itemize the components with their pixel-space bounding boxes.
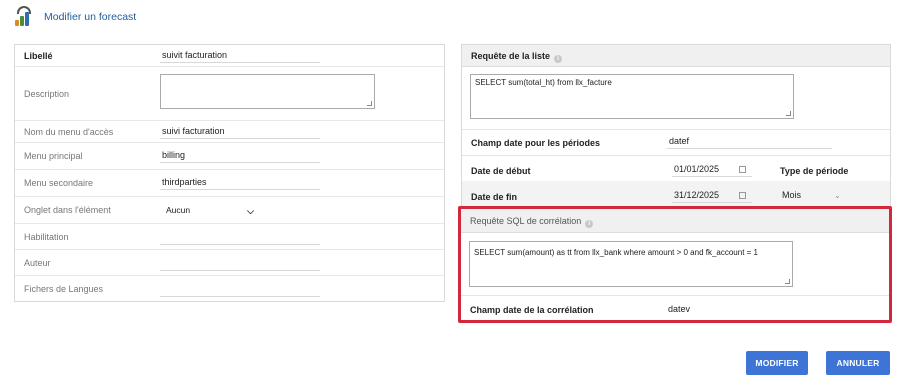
libelle-input[interactable]: suivit facturation — [160, 48, 320, 63]
calendar-icon[interactable] — [739, 166, 746, 173]
habilitation-row: Habilitation — [15, 224, 444, 250]
menu-secondaire-label: Menu secondaire — [24, 178, 94, 188]
onglet-select[interactable]: Aucun ⌵ — [160, 203, 260, 217]
correlation-panel: Requête SQL de corrélation i SELECT sum(a… — [461, 209, 891, 321]
resize-handle-icon[interactable] — [367, 101, 372, 106]
fichiers-langues-input[interactable] — [160, 282, 320, 297]
type-periode-value: Mois — [782, 190, 802, 200]
modify-button[interactable]: MODIFIER — [746, 351, 808, 375]
champ-date-correlation-input[interactable]: datev — [666, 303, 786, 317]
general-settings-panel: Libellé suivit facturation Description N… — [14, 44, 445, 302]
onglet-selected-value: Aucun — [166, 205, 191, 215]
info-icon[interactable]: i — [554, 55, 563, 63]
requete-liste-label: Requête de la liste i — [471, 51, 563, 63]
requete-liste-textarea[interactable]: SELECT sum(total_ht) from llx_facture — [470, 74, 794, 119]
page-title: Modifier un forecast — [44, 11, 137, 23]
info-icon[interactable]: i — [585, 220, 594, 228]
champ-date-periodes-input[interactable]: datef — [667, 135, 832, 149]
date-debut-label: Date de début — [471, 166, 531, 176]
date-fin-input[interactable]: 31/12/2025 — [672, 189, 752, 203]
cancel-button[interactable]: ANNULER — [826, 351, 890, 375]
requete-liste-header: Requête de la liste i — [462, 45, 890, 67]
auteur-row: Auteur — [15, 250, 444, 276]
description-textarea[interactable] — [160, 74, 375, 109]
date-fin-label: Date de fin — [471, 192, 518, 202]
libelle-row: Libellé suivit facturation — [15, 45, 444, 67]
menu-principal-input[interactable]: billing — [160, 148, 320, 163]
auteur-input[interactable] — [160, 256, 320, 271]
habilitation-input[interactable] — [160, 230, 320, 245]
resize-handle-icon[interactable] — [786, 111, 791, 116]
date-debut-value: 01/01/2025 — [674, 164, 720, 174]
menu-principal-row: Menu principal billing — [15, 143, 444, 170]
calendar-icon[interactable] — [739, 192, 746, 199]
requete-correlation-textarea[interactable]: SELECT sum(amount) as tt from llx_bank w… — [469, 241, 793, 287]
fichiers-langues-row: Fichers de Langues — [15, 276, 444, 302]
nom-menu-input[interactable]: suivi facturation — [160, 124, 320, 139]
description-row: Description — [15, 67, 444, 121]
libelle-label: Libellé — [24, 50, 53, 61]
menu-secondaire-input[interactable]: thirdparties — [160, 175, 320, 190]
date-fin-value: 31/12/2025 — [674, 190, 720, 200]
query-settings-panel: Requête de la liste i SELECT sum(total_ht… — [461, 44, 891, 209]
habilitation-label: Habilitation — [24, 231, 69, 242]
date-debut-input[interactable]: 01/01/2025 — [672, 163, 752, 177]
correlation-header: Requête SQL de corrélation i — [461, 209, 891, 233]
champ-date-correlation-label: Champ date de la corrélation — [470, 305, 594, 315]
type-periode-select[interactable]: Mois ⌄ — [780, 189, 844, 203]
description-label: Description — [24, 88, 70, 99]
nom-menu-row: Nom du menu d'accès suivi facturation — [15, 121, 444, 143]
chevron-down-icon: ⌵ — [247, 206, 254, 216]
chevron-down-icon: ⌄ — [834, 191, 841, 200]
auteur-label: Auteur — [24, 257, 51, 268]
resize-handle-icon[interactable] — [785, 279, 790, 284]
type-periode-label: Type de période — [780, 166, 849, 176]
page-header: Modifier un forecast — [14, 4, 136, 30]
nom-menu-label: Nom du menu d'accès — [24, 126, 114, 137]
menu-secondaire-row: Menu secondaire thirdparties — [15, 170, 444, 197]
requete-correlation-value: SELECT sum(amount) as tt from llx_bank w… — [474, 248, 758, 257]
requete-correlation-label: Requête SQL de corrélation i — [470, 216, 594, 228]
champ-date-periodes-label: Champ date pour les périodes — [471, 138, 601, 148]
requete-liste-value: SELECT sum(total_ht) from llx_facture — [475, 78, 612, 87]
onglet-label: Onglet dans l'élément — [24, 205, 111, 215]
forecast-chart-icon — [14, 6, 36, 28]
menu-principal-label: Menu principal — [24, 151, 83, 161]
fichiers-langues-label: Fichers de Langues — [24, 284, 104, 294]
onglet-row: Onglet dans l'élément Aucun ⌵ — [15, 197, 444, 224]
